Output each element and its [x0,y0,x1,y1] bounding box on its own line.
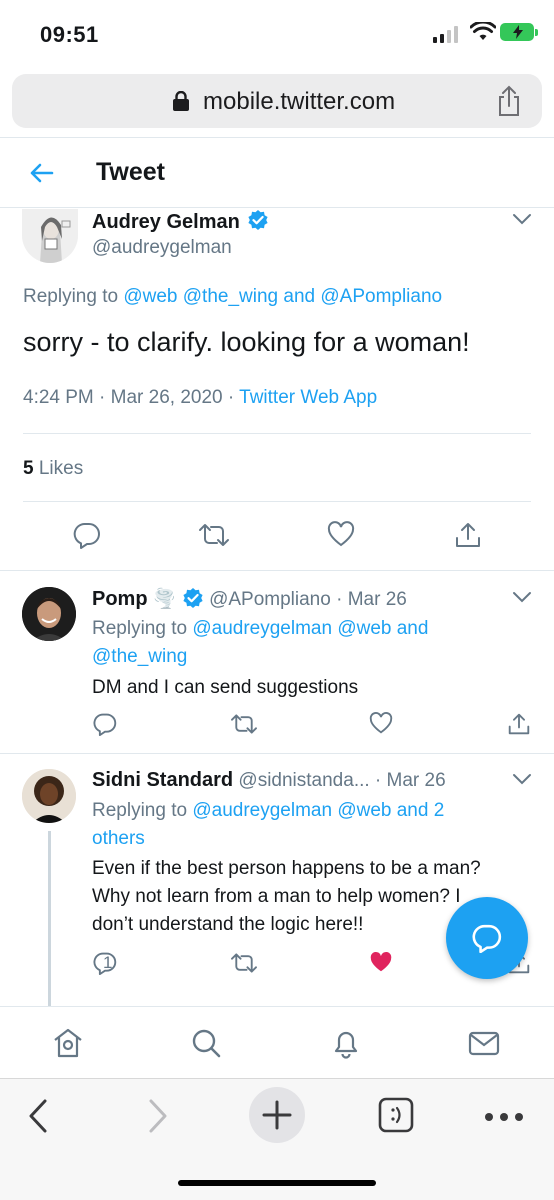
author-name[interactable]: Sidni Standard [92,769,233,791]
avatar[interactable] [22,769,76,823]
back-icon[interactable] [27,1098,51,1139]
wifi-icon [470,22,496,40]
reply-icon[interactable] [93,712,117,736]
tweet-text: sorry - to clarify. looking for a woman! [23,327,470,357]
verified-icon [248,210,268,230]
compose-button[interactable] [446,897,528,979]
divider [0,753,554,754]
verified-icon [183,588,203,608]
like-icon[interactable] [369,712,393,734]
likes-count: 5 [23,458,34,479]
compose-icon [472,924,502,953]
share-icon[interactable] [508,712,530,736]
tweet-actions [0,712,554,752]
battery-icon [500,23,538,41]
tweet-source[interactable]: Twitter Web App [239,387,377,408]
replying-to-handles[interactable]: @the_wing [92,646,187,667]
retweet-icon[interactable] [230,951,258,975]
reply-author-line: Sidni Standard @sidnistanda... · Mar 26 [92,769,446,792]
status-time: 09:51 [40,22,99,47]
replying-to: Replying to @web @the_wing and @APomplia… [23,286,443,307]
replying-to-handles[interactable]: @web @the_wing and @APompliano [123,286,442,307]
replying-to-handles[interactable]: others [92,828,145,849]
url-text[interactable]: mobile.twitter.com [203,88,395,116]
avatar[interactable] [22,587,76,641]
reply-icon[interactable]: 1 [93,951,117,975]
like-icon[interactable] [327,521,355,547]
replying-to-handles[interactable]: @audreygelman @web and [192,618,428,639]
back-arrow-icon[interactable] [28,159,56,187]
page-header: Tweet [0,138,554,208]
divider [23,433,531,434]
divider [23,501,531,502]
page-title: Tweet [96,158,165,186]
author-name[interactable]: Audrey Gelman [92,209,269,234]
search-icon[interactable] [190,1027,222,1064]
home-icon[interactable] [52,1027,84,1064]
status-bar: 09:51 [0,0,554,70]
messages-icon[interactable] [468,1027,500,1064]
replying-to: Replying to @audreygelman @web and @the_… [92,618,429,667]
author-name[interactable]: Pomp [92,588,148,610]
tweet-actions [0,521,554,561]
tabs-icon[interactable] [378,1097,414,1138]
author-handle-date[interactable]: @sidnistanda... · Mar 26 [238,770,445,791]
author-emoji: 🌪️ [152,589,177,610]
reply-author-line: Pomp 🌪️ @APompliano · Mar 26 [92,587,407,611]
forward-icon[interactable] [145,1098,169,1139]
signal-icon [433,25,458,43]
reply-icon[interactable] [73,521,101,549]
tweet-timestamp[interactable]: 4:24 PM · Mar 26, 2020 · [23,387,234,408]
retweet-icon[interactable] [230,712,258,736]
home-indicator [178,1180,376,1186]
tweet-text: DM and I can send suggestions [92,677,359,698]
lock-icon [173,91,189,111]
replying-to: Replying to @audreygelman @web and 2 oth… [92,800,445,849]
retweet-icon[interactable] [198,521,230,549]
author-handle[interactable]: @audreygelman [92,237,232,259]
divider [0,570,554,571]
chevron-down-icon[interactable] [512,591,532,603]
tweet-meta: 4:24 PM · Mar 26, 2020 · Twitter Web App [23,387,377,409]
share-icon[interactable] [455,521,481,549]
chevron-down-icon[interactable] [512,213,532,225]
share-icon[interactable] [496,85,522,117]
chevron-down-icon[interactable] [512,773,532,785]
reply-count: 1 [103,953,113,972]
liked-heart-icon[interactable] [369,951,393,973]
likes-summary[interactable]: 5 Likes [23,458,83,480]
replying-to-handles[interactable]: @audreygelman @web and 2 [192,800,444,821]
tweet-text: Even if the best person happens to be a … [92,858,481,935]
address-bar[interactable]: mobile.twitter.com [12,74,542,128]
notifications-icon[interactable] [330,1027,362,1064]
author-handle-date[interactable]: @APompliano · Mar 26 [209,589,407,610]
bottom-tab-bar [0,1006,554,1078]
new-tab-icon[interactable] [249,1087,305,1143]
likes-label: Likes [38,458,84,479]
more-icon[interactable] [484,1109,524,1127]
avatar[interactable] [22,209,78,263]
